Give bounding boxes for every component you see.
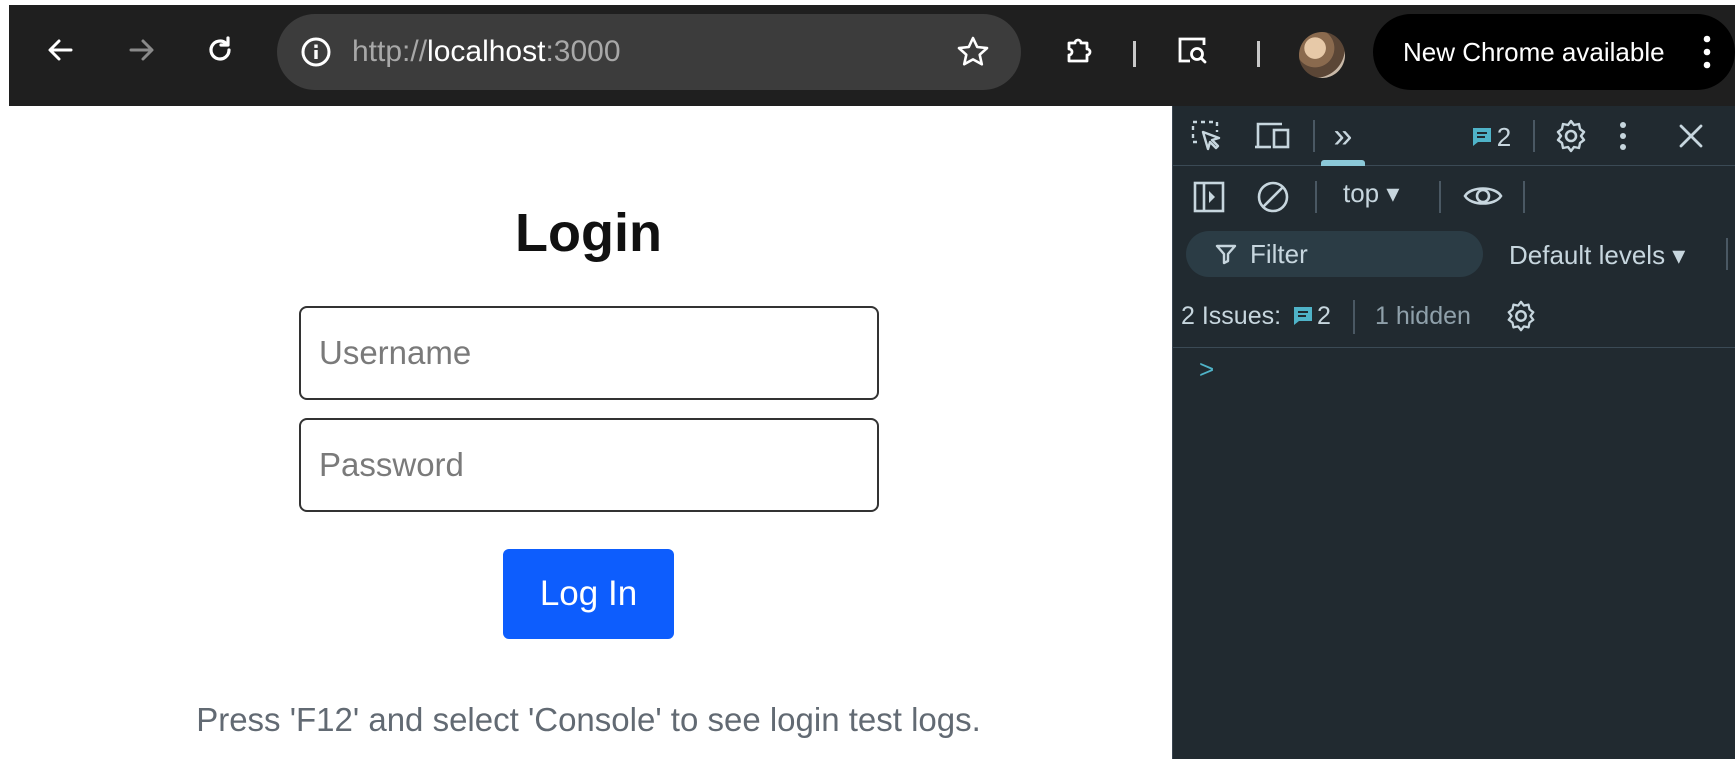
toolbar-separator bbox=[1257, 41, 1260, 67]
console-hint: Press 'F12' and select 'Console' to see … bbox=[196, 701, 981, 738]
show-sidebar-button[interactable] bbox=[1191, 179, 1227, 215]
devtools-panel: » 2 top ▾ Filter Default levels ▾ 2 Issu… bbox=[1172, 106, 1735, 759]
toolbar-divider bbox=[1726, 238, 1728, 270]
reload-button[interactable] bbox=[197, 27, 243, 73]
url-port: :3000 bbox=[545, 35, 621, 68]
console-toolbar bbox=[1173, 166, 1735, 227]
browser-toolbar: http://localhost:3000 New Chrome availab… bbox=[0, 0, 1735, 106]
issues-badge-count: 2 bbox=[1496, 122, 1512, 152]
inspect-icon bbox=[1191, 120, 1221, 151]
bookmark-star-icon[interactable] bbox=[955, 34, 991, 70]
toolbar-divider bbox=[1439, 181, 1441, 213]
forward-button[interactable] bbox=[119, 27, 165, 73]
password-input[interactable] bbox=[299, 418, 879, 512]
gear-icon bbox=[1556, 119, 1586, 153]
device-mode-icon bbox=[1255, 122, 1290, 149]
arrow-left-icon bbox=[48, 39, 73, 61]
update-label: New Chrome available bbox=[1403, 37, 1665, 67]
profile-avatar[interactable] bbox=[1299, 32, 1345, 78]
username-input[interactable] bbox=[299, 306, 879, 400]
url-scheme: http:// bbox=[352, 35, 428, 68]
settings-button[interactable] bbox=[1553, 118, 1589, 154]
toolbar-separator bbox=[1133, 41, 1136, 67]
chrome-update-button[interactable]: New Chrome available bbox=[1373, 14, 1735, 90]
site-info-icon[interactable] bbox=[299, 35, 333, 69]
extensions-button[interactable] bbox=[1057, 27, 1103, 73]
issues-bar: 2 Issues: 2 1 hidden bbox=[1173, 282, 1735, 348]
hidden-issues-label[interactable]: 1 hidden bbox=[1375, 301, 1471, 331]
toolbar-divider bbox=[1315, 181, 1317, 213]
console-filter-input[interactable]: Filter bbox=[1186, 231, 1483, 277]
arrow-right-icon bbox=[129, 39, 154, 61]
filter-icon bbox=[1215, 244, 1237, 265]
sidebar-icon bbox=[1193, 181, 1225, 213]
devtools-tabbar: » 2 bbox=[1173, 106, 1735, 166]
block-icon bbox=[1257, 181, 1289, 213]
page-viewport: Login Log In Press 'F12' and select 'Con… bbox=[0, 106, 1172, 759]
kebab-menu-icon bbox=[1620, 122, 1626, 150]
tab-search-icon bbox=[1178, 37, 1207, 64]
close-icon bbox=[1679, 124, 1703, 148]
url-text[interactable]: http://localhost:3000 bbox=[352, 34, 621, 70]
live-expression-button[interactable] bbox=[1461, 177, 1505, 215]
tab-divider bbox=[1533, 120, 1535, 152]
context-selector[interactable]: top ▾ bbox=[1343, 178, 1399, 208]
tab-divider bbox=[1313, 120, 1315, 152]
inspect-element-button[interactable] bbox=[1189, 118, 1225, 154]
kebab-menu-icon[interactable] bbox=[1699, 34, 1715, 70]
devtools-menu-button[interactable] bbox=[1613, 118, 1633, 154]
page-title: Login bbox=[515, 203, 662, 263]
log-levels-dropdown[interactable]: Default levels ▾ bbox=[1509, 240, 1685, 270]
tab-search-button[interactable] bbox=[1169, 27, 1215, 73]
filter-placeholder: Filter bbox=[1250, 239, 1308, 269]
console-settings-button[interactable] bbox=[1503, 298, 1539, 334]
issues-divider bbox=[1353, 300, 1355, 334]
more-tabs-button[interactable]: » bbox=[1323, 116, 1363, 156]
toolbar-divider bbox=[1523, 181, 1525, 213]
issues-label: 2 Issues: bbox=[1181, 302, 1282, 330]
address-bar[interactable]: http://localhost:3000 bbox=[277, 14, 1021, 90]
message-icon bbox=[1472, 128, 1491, 146]
back-button[interactable] bbox=[37, 27, 83, 73]
device-toolbar-button[interactable] bbox=[1253, 118, 1293, 154]
message-icon bbox=[1294, 307, 1312, 325]
clear-console-button[interactable] bbox=[1255, 179, 1291, 215]
gear-icon bbox=[1507, 300, 1535, 332]
issues-message-button[interactable] bbox=[1291, 304, 1315, 328]
url-host: localhost bbox=[427, 35, 546, 68]
eye-icon bbox=[1463, 187, 1503, 205]
puzzle-icon bbox=[1067, 38, 1092, 63]
console-prompt[interactable]: > bbox=[1199, 354, 1214, 384]
issues-count: 2 bbox=[1317, 302, 1331, 330]
issues-badge[interactable]: 2 bbox=[1465, 124, 1517, 150]
reload-icon bbox=[209, 36, 231, 61]
close-devtools-button[interactable] bbox=[1673, 118, 1709, 154]
login-button[interactable]: Log In bbox=[503, 549, 674, 639]
